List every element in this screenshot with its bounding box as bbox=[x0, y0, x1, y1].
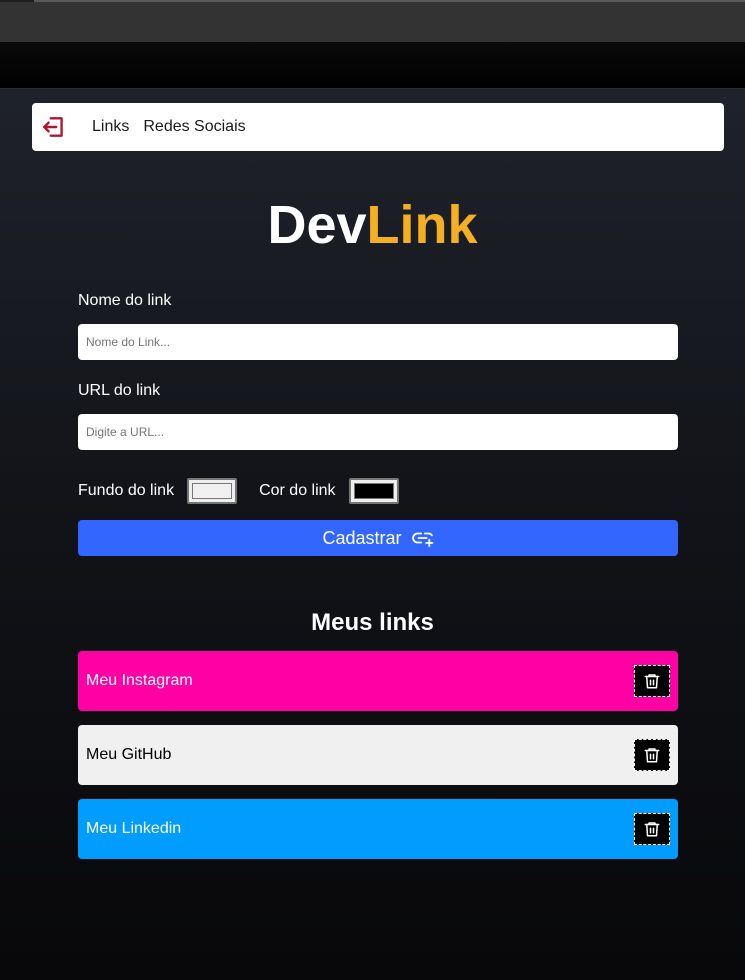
nav-link-redes-sociais[interactable]: Redes Sociais bbox=[143, 118, 245, 136]
trash-icon bbox=[643, 746, 661, 764]
delete-link-button[interactable] bbox=[634, 813, 670, 845]
bg-color-picker[interactable] bbox=[187, 478, 238, 504]
name-label: Nome do link bbox=[78, 292, 172, 309]
link-plus-icon bbox=[411, 529, 434, 547]
text-color-label: Cor do link bbox=[259, 482, 336, 499]
cadastrar-label: Cadastrar bbox=[322, 527, 402, 548]
trash-icon bbox=[643, 820, 661, 838]
trash-icon bbox=[643, 672, 661, 690]
brand-logo: DevLink bbox=[0, 195, 745, 255]
delete-link-button[interactable] bbox=[634, 665, 670, 697]
link-item-label: Meu GitHub bbox=[86, 746, 172, 763]
browser-tab-edge bbox=[0, 0, 34, 2]
link-item-label: Meu Linkedin bbox=[86, 820, 182, 837]
bg-color-label: Fundo do link bbox=[78, 482, 175, 499]
logout-icon[interactable] bbox=[41, 114, 67, 140]
link-item-linkedin[interactable]: Meu Linkedin bbox=[78, 799, 678, 859]
link-url-input[interactable] bbox=[78, 414, 678, 450]
links-list: Meu Instagram Meu GitHub Meu Linkedin bbox=[78, 651, 678, 873]
color-pickers-row: Fundo do link Cor do link bbox=[78, 477, 678, 505]
brand-dev: Dev bbox=[267, 195, 367, 255]
text-color-picker[interactable] bbox=[348, 478, 399, 504]
link-name-input[interactable] bbox=[78, 324, 678, 360]
browser-toolbar bbox=[0, 0, 745, 42]
cadastrar-button[interactable]: Cadastrar bbox=[78, 520, 678, 556]
bg-color-swatch bbox=[192, 483, 233, 499]
link-item-instagram[interactable]: Meu Instagram bbox=[78, 651, 678, 711]
my-links-title: Meus links bbox=[311, 609, 434, 636]
browser-band bbox=[0, 42, 745, 88]
navbar: Links Redes Sociais bbox=[32, 103, 724, 151]
link-item-label: Meu Instagram bbox=[86, 672, 193, 689]
delete-link-button[interactable] bbox=[634, 739, 670, 771]
link-item-github[interactable]: Meu GitHub bbox=[78, 725, 678, 785]
url-label: URL do link bbox=[78, 382, 161, 399]
nav-link-links[interactable]: Links bbox=[92, 118, 129, 136]
text-color-swatch bbox=[353, 483, 394, 499]
app-container: Links Redes Sociais DevLink Nome do link… bbox=[0, 88, 745, 980]
brand-link: Link bbox=[366, 195, 478, 255]
